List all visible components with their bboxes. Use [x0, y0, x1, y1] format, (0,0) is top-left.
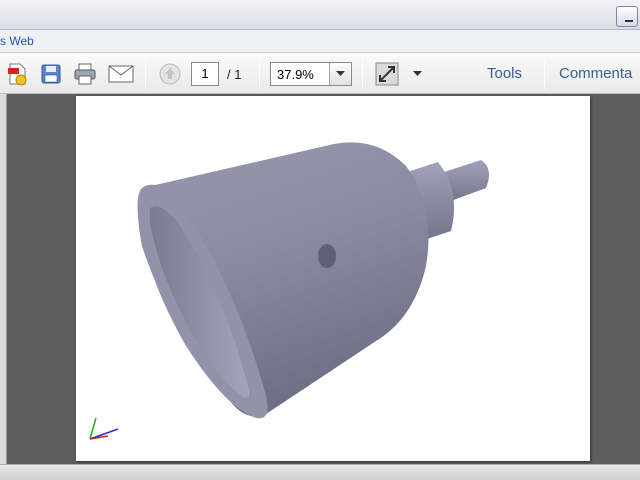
- more-tools-menu[interactable]: [406, 61, 428, 87]
- previous-page-icon: [159, 63, 181, 85]
- comment-tab[interactable]: Commenta: [559, 65, 632, 82]
- title-bar: [0, 0, 640, 30]
- menu-item-web[interactable]: s Web: [0, 34, 34, 48]
- print-button[interactable]: [72, 61, 98, 87]
- toolbar-separator: [362, 59, 363, 89]
- tools-tab[interactable]: Tools: [487, 65, 522, 82]
- toolbar-separator: [544, 59, 545, 89]
- xyz-axis-icon: [89, 417, 119, 440]
- print-icon: [74, 63, 96, 85]
- fit-page-icon: [375, 62, 399, 86]
- save-button[interactable]: [38, 61, 64, 87]
- page-total-label: / 1: [227, 67, 242, 82]
- create-pdf-button[interactable]: [4, 61, 30, 87]
- 3d-model-view[interactable]: [76, 96, 590, 461]
- toolbar: 1 / 1 37.9% Tools Commenta: [0, 53, 640, 94]
- chevron-down-icon: [412, 71, 422, 76]
- toolbar-separator: [145, 59, 146, 89]
- model-side-hole: [318, 244, 336, 268]
- previous-page-button[interactable]: [157, 61, 183, 87]
- save-icon: [41, 64, 61, 84]
- toolbar-separator: [259, 59, 260, 89]
- create-pdf-icon: [8, 63, 27, 86]
- zoom-select[interactable]: 37.9%: [270, 62, 352, 86]
- page-number-input[interactable]: 1: [191, 62, 219, 86]
- email-icon: [108, 65, 134, 83]
- minimize-button[interactable]: [616, 6, 638, 27]
- zoom-dropdown-button[interactable]: [329, 63, 351, 85]
- status-bar: [0, 464, 640, 480]
- zoom-value: 37.9%: [277, 67, 314, 82]
- fit-page-button[interactable]: [374, 61, 400, 87]
- pdf-page[interactable]: [76, 96, 590, 461]
- chevron-down-icon: [336, 71, 345, 76]
- email-button[interactable]: [108, 61, 134, 87]
- menu-bar: s Web: [0, 30, 640, 53]
- navigation-panel-edge[interactable]: [0, 94, 7, 464]
